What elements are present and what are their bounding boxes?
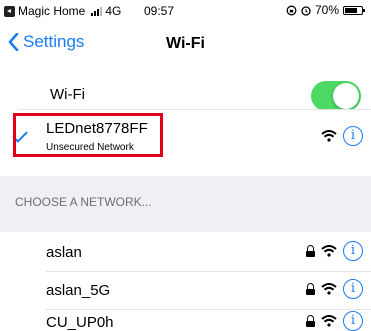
status-left: Magic Home 4G xyxy=(4,4,121,18)
battery-icon xyxy=(343,5,365,15)
alarm-icon xyxy=(301,5,311,16)
network-name: CU_UP0h xyxy=(46,314,114,331)
network-row-aslan[interactable]: aslan i xyxy=(0,232,371,272)
wifi-signal-icon xyxy=(321,130,337,142)
lock-icon xyxy=(306,315,315,327)
connected-network-icons: i xyxy=(321,126,363,146)
wifi-signal-icon xyxy=(321,245,337,257)
lock-icon xyxy=(306,283,315,295)
battery-percent: 70% xyxy=(314,3,339,17)
network-row-aslan-5g[interactable]: aslan_5G i xyxy=(0,272,371,310)
page-title: Wi-Fi xyxy=(166,35,205,52)
info-icon[interactable]: i xyxy=(343,126,363,146)
toggle-knob xyxy=(333,83,359,109)
network-row-cu-up0h[interactable]: CU_UP0h i xyxy=(0,310,371,331)
cellular-signal-icon xyxy=(91,6,103,16)
info-icon[interactable]: i xyxy=(343,241,363,261)
battery-fill xyxy=(345,7,357,13)
network-icons: i xyxy=(306,279,363,299)
highlight-annotation-box xyxy=(13,113,163,157)
lock-icon xyxy=(306,245,315,257)
network-type: 4G xyxy=(105,4,122,18)
info-icon[interactable]: i xyxy=(343,311,363,331)
network-name: aslan xyxy=(46,244,82,261)
section-header: CHOOSE A NETWORK... xyxy=(15,195,152,209)
status-bar: Magic Home 4G 09:57 70% xyxy=(0,0,371,22)
network-icons: i xyxy=(306,311,363,331)
status-time: 09:57 xyxy=(144,4,175,18)
wifi-toggle-label: Wi-Fi xyxy=(50,86,85,103)
back-app-name[interactable]: Magic Home xyxy=(18,4,85,18)
status-right: 70% xyxy=(286,3,365,17)
network-name: aslan_5G xyxy=(46,282,111,299)
wifi-signal-icon xyxy=(321,315,337,327)
info-icon[interactable]: i xyxy=(343,279,363,299)
rotation-lock-icon xyxy=(286,5,297,15)
navigation-bar: Settings Wi-Fi xyxy=(0,22,371,66)
back-to-app-icon[interactable] xyxy=(4,5,15,17)
wifi-signal-icon xyxy=(321,283,337,295)
wifi-toggle-switch[interactable] xyxy=(311,81,361,111)
network-icons: i xyxy=(306,241,363,261)
